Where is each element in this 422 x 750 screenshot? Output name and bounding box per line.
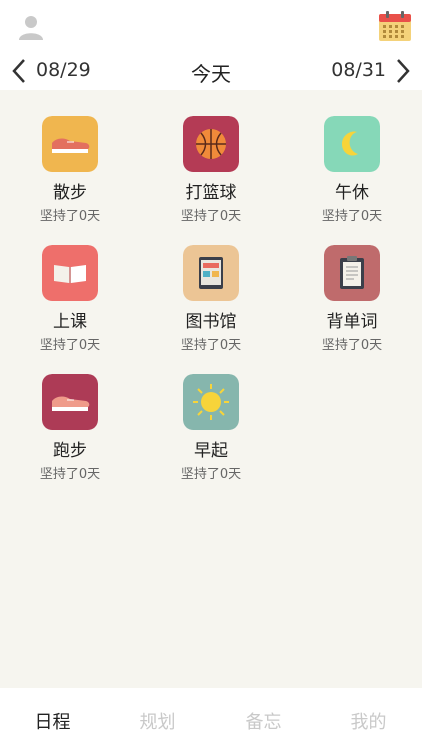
habit-item-run[interactable]: 跑步 坚持了0天	[0, 362, 140, 482]
habit-streak: 坚持了0天	[39, 467, 101, 482]
bottom-tab-bar: 日程 规划 备忘 我的	[0, 688, 422, 750]
habit-item-class[interactable]: 上课 坚持了0天	[0, 233, 140, 353]
calendar-icon[interactable]	[378, 10, 412, 42]
habit-streak: 坚持了0天	[180, 467, 242, 482]
date-navigation: 08/29 今天 08/31	[0, 52, 422, 90]
habit-name: 早起	[194, 441, 228, 461]
tab-plan[interactable]: 规划	[105, 708, 210, 734]
tab-memo[interactable]: 备忘	[211, 708, 316, 734]
habit-item-walk[interactable]: 散步 坚持了0天	[0, 104, 140, 224]
book-icon	[42, 245, 98, 301]
sneaker-icon	[42, 374, 98, 430]
habit-name: 散步	[53, 183, 87, 203]
user-avatar-icon[interactable]	[18, 14, 44, 40]
habit-streak: 坚持了0天	[321, 209, 383, 224]
basketball-icon	[183, 116, 239, 172]
tab-mine[interactable]: 我的	[316, 708, 421, 734]
habit-streak: 坚持了0天	[180, 338, 242, 353]
habit-item-basketball[interactable]: 打篮球 坚持了0天	[141, 104, 281, 224]
tab-schedule[interactable]: 日程	[0, 708, 105, 734]
habit-name: 打篮球	[185, 183, 237, 203]
next-date[interactable]: 08/31	[331, 59, 386, 81]
habit-name: 图书馆	[185, 312, 237, 332]
habit-streak: 坚持了0天	[321, 338, 383, 353]
habit-item-nap[interactable]: 午休 坚持了0天	[282, 104, 422, 224]
habit-name: 跑步	[53, 441, 87, 461]
sneaker-icon	[42, 116, 98, 172]
habit-name: 上课	[53, 312, 87, 332]
habit-item-early-rise[interactable]: 早起 坚持了0天	[141, 362, 281, 482]
habit-item-vocabulary[interactable]: 背单词 坚持了0天	[282, 233, 422, 353]
clipboard-icon	[324, 245, 380, 301]
chevron-right-icon[interactable]	[394, 58, 412, 84]
habit-streak: 坚持了0天	[180, 209, 242, 224]
moon-icon	[324, 116, 380, 172]
habit-name: 午休	[335, 183, 369, 203]
habit-name: 背单词	[326, 312, 378, 332]
tablet-icon	[183, 245, 239, 301]
habit-streak: 坚持了0天	[39, 209, 101, 224]
top-bar: 08/29 今天 08/31	[0, 0, 422, 90]
habit-item-library[interactable]: 图书馆 坚持了0天	[141, 233, 281, 353]
sun-icon	[183, 374, 239, 430]
habit-streak: 坚持了0天	[39, 338, 101, 353]
